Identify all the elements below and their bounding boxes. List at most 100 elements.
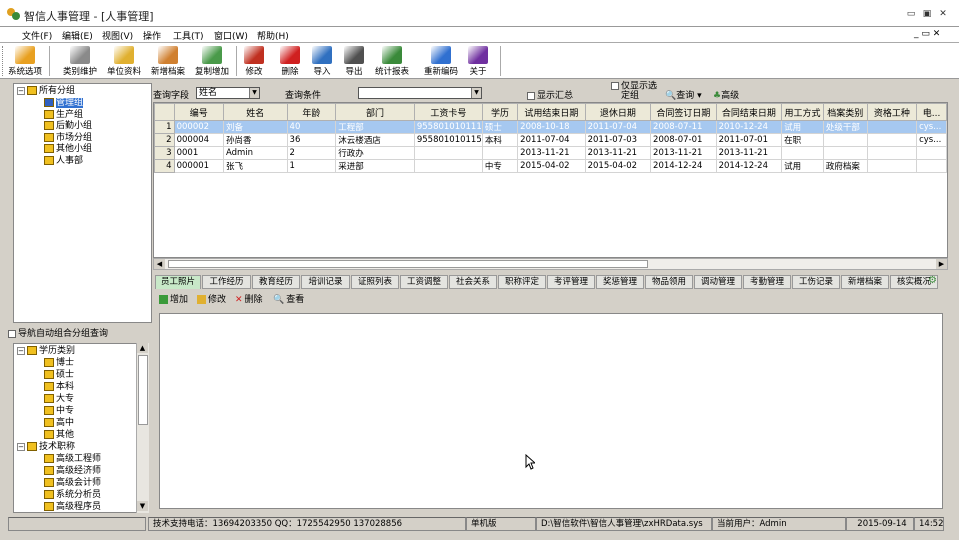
menu-operate[interactable]: 操作 xyxy=(143,29,161,42)
table-cell[interactable]: Admin xyxy=(222,146,288,160)
table-cell[interactable]: 2008-07-01 xyxy=(650,133,717,147)
category-item[interactable]: 中专 xyxy=(44,406,74,417)
scroll-right-arrow-icon[interactable]: ▶ xyxy=(936,259,947,269)
query-field-select[interactable]: 姓名 ▼ xyxy=(196,87,260,99)
scroll-thumb[interactable] xyxy=(138,355,148,425)
show-summary-checkbox[interactable] xyxy=(527,91,535,100)
detail-tab[interactable]: 考勤管理 xyxy=(743,275,791,289)
menu-file[interactable]: 文件(F) xyxy=(22,29,52,42)
nav-combo-checkbox[interactable] xyxy=(8,329,16,338)
toolbar-button-9[interactable]: 统计报表 xyxy=(372,45,412,78)
table-cell[interactable]: 2011-07-04 xyxy=(517,133,586,147)
org-group-tree[interactable]: − 所有分组 管理组 生产组 后勤小组 市场分组 其他小组 人事部 xyxy=(13,83,152,323)
category-item[interactable]: 高级工程师 xyxy=(44,454,101,465)
table-cell[interactable]: 刘备 xyxy=(222,120,288,134)
detail-tab[interactable]: 奖惩管理 xyxy=(596,275,644,289)
query-button[interactable]: 🔍查询 ▾ xyxy=(665,88,702,101)
table-row[interactable]: 3 0001 Admin 2 行政办 2013-11-21 2013-11-21 2013-1… xyxy=(154,146,947,160)
grid-column-header[interactable]: 用工方式 xyxy=(781,103,824,121)
toolbar-button-4[interactable]: 复制增加 xyxy=(191,45,233,78)
detail-tab[interactable]: 证照列表 xyxy=(351,275,399,289)
mdi-window-controls[interactable]: _ ▭ ✕ xyxy=(914,29,940,39)
menu-view[interactable]: 视图(V) xyxy=(102,29,133,42)
query-condition-select[interactable]: ▼ xyxy=(358,87,482,99)
table-cell[interactable] xyxy=(822,133,868,147)
table-cell[interactable]: 2015-04-02 xyxy=(584,159,652,173)
row-number-cell[interactable]: 1 xyxy=(154,120,175,134)
table-cell[interactable] xyxy=(781,146,824,160)
grid-column-header[interactable]: 档案类别 xyxy=(822,103,868,121)
close-button[interactable]: ✕ xyxy=(937,8,949,20)
detail-tab[interactable]: 工作经历 xyxy=(202,275,251,289)
row-number-cell[interactable]: 3 xyxy=(154,146,175,160)
table-cell[interactable]: 2011-07-04 xyxy=(584,120,652,134)
menu-edit[interactable]: 编辑(E) xyxy=(62,29,93,42)
table-cell[interactable] xyxy=(866,120,918,134)
detail-tab[interactable]: 考评管理 xyxy=(547,275,595,289)
scroll-down-arrow-icon[interactable]: ▼ xyxy=(137,501,148,511)
toolbar-button-7[interactable]: 导入 xyxy=(310,45,334,78)
table-cell[interactable]: 2013-11-21 xyxy=(650,146,717,160)
table-cell[interactable] xyxy=(866,159,918,173)
table-cell[interactable]: 工程部 xyxy=(335,120,415,134)
grid-horizontal-scrollbar[interactable]: ◀ ▶ xyxy=(153,258,948,270)
table-cell[interactable]: 2010-12-24 xyxy=(715,120,783,134)
table-cell[interactable] xyxy=(481,146,519,160)
category-tree[interactable]: − 学历类别 博士 硕士 本科 大专 中专 高中 其他 − 技术职称 高级工程师 高级经济师 高级会计师系… xyxy=(13,343,149,513)
table-cell[interactable]: 2014-12-24 xyxy=(715,159,783,173)
table-cell[interactable]: 在职 xyxy=(781,133,824,147)
table-cell[interactable]: 2008-07-11 xyxy=(650,120,717,134)
menu-tools[interactable]: 工具(T) xyxy=(173,29,204,42)
toolbar-grip[interactable] xyxy=(2,46,5,76)
menu-help[interactable]: 帮助(H) xyxy=(257,29,289,42)
table-cell[interactable]: 行政办 xyxy=(335,146,415,160)
table-cell[interactable]: 2014-12-24 xyxy=(650,159,717,173)
detail-tab[interactable]: 调动管理 xyxy=(694,275,742,289)
collapse-icon[interactable]: − xyxy=(17,442,25,451)
category-item[interactable]: 高中 xyxy=(44,418,74,429)
detail-tab[interactable]: 社会关系 xyxy=(449,275,497,289)
detail-tab[interactable]: 工资调整 xyxy=(400,275,448,289)
employee-grid[interactable]: 编号 姓名 年龄 部门 工资卡号 学历 试用结束日期 退休日期 合同签订日期 合同结束日期 用工方式… xyxy=(153,102,948,258)
table-cell[interactable] xyxy=(822,146,868,160)
toolbar-button-5[interactable]: 修改 xyxy=(240,45,268,78)
category-item[interactable]: 大专 xyxy=(44,394,74,405)
detail-tab[interactable]: 物品领用 xyxy=(645,275,693,289)
detail-tab[interactable]: 工伤记录 xyxy=(792,275,840,289)
table-cell[interactable]: 2013-11-21 xyxy=(584,146,652,160)
employee-photo-panel[interactable] xyxy=(159,313,943,509)
detail-tab[interactable]: 员工照片 xyxy=(155,275,201,289)
table-cell[interactable]: 本科 xyxy=(481,133,519,147)
grid-column-header[interactable]: 电... xyxy=(916,103,947,121)
tree-item-group[interactable]: 管理组 xyxy=(44,98,84,109)
category-item[interactable]: 硕士 xyxy=(44,370,74,381)
grid-column-header[interactable]: 试用结束日期 xyxy=(517,103,586,121)
toolbar-button-11[interactable]: 关于 xyxy=(466,45,490,78)
category-item[interactable]: 其他 xyxy=(44,430,74,441)
table-row[interactable]: 2 000004 孙尚香 36 沐云楼酒店 955801010115 本科 2011-07-0… xyxy=(154,133,947,147)
tree-root-all-groups[interactable]: − 所有分组 xyxy=(17,86,75,97)
grid-column-header[interactable]: 工资卡号 xyxy=(413,103,483,121)
toolbar-button-2[interactable]: 单位资料 xyxy=(104,45,144,78)
detail-tab[interactable]: 新增档案 xyxy=(841,275,889,289)
table-cell[interactable]: 孙尚香 xyxy=(222,133,288,147)
detail-delete-button[interactable]: ✕ 删除 xyxy=(235,292,263,305)
category-item[interactable]: 高级程序员 xyxy=(44,502,101,512)
table-cell[interactable]: 0001 xyxy=(173,146,224,160)
menu-window[interactable]: 窗口(W) xyxy=(214,29,248,42)
table-cell[interactable]: 政府档案 xyxy=(822,159,868,173)
table-cell[interactable]: 2013-11-21 xyxy=(715,146,783,160)
tree-item-group[interactable]: 其他小组 xyxy=(44,144,92,155)
toolbar-button-0[interactable]: 系统选项 xyxy=(6,45,44,78)
detail-tab[interactable]: 职称评定 xyxy=(498,275,546,289)
row-number-cell[interactable]: 4 xyxy=(154,159,175,173)
grid-column-header[interactable]: 合同结束日期 xyxy=(715,103,783,121)
nav-combo-query[interactable]: 导航自动组合分组查询 xyxy=(8,326,153,340)
table-cell[interactable]: 2011-07-03 xyxy=(584,133,652,147)
advanced-query-button[interactable]: ♣高级 xyxy=(713,88,739,101)
category-item[interactable]: 高级经济师 xyxy=(44,466,101,477)
grid-column-header[interactable]: 姓名 xyxy=(222,103,288,121)
table-cell[interactable]: 36 xyxy=(286,133,337,147)
table-cell[interactable] xyxy=(866,133,918,147)
table-cell[interactable] xyxy=(916,159,947,173)
